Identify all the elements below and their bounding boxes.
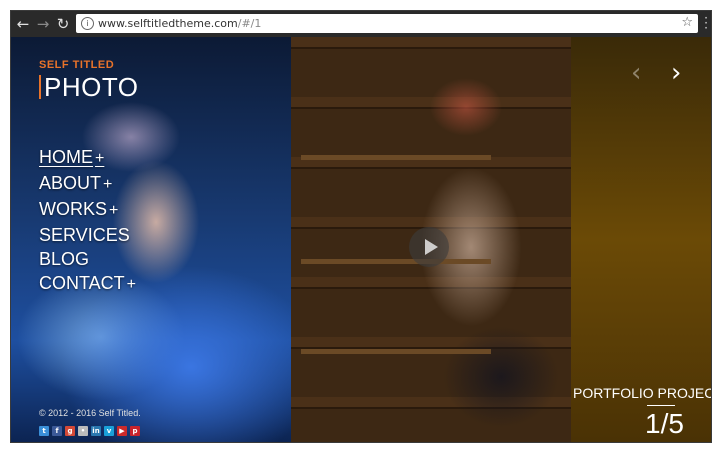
menu-label: HOME [39,147,93,167]
menu-item-contact[interactable]: CONTACT + [39,271,136,297]
copyright-text: © 2012 - 2016 Self Titled. [39,408,141,418]
url-path: /#/1 [237,17,262,30]
forward-arrow-icon[interactable]: → [34,15,52,33]
menu-item-home[interactable]: HOME + [39,145,136,171]
youtube-icon[interactable]: ▶ [117,426,127,436]
info-icon[interactable]: i [81,17,94,30]
menu-item-about[interactable]: ABOUT + [39,171,136,197]
pinterest-icon[interactable]: p [130,426,140,436]
menu-label: ABOUT [39,173,102,193]
expand-plus-icon[interactable]: + [103,176,112,193]
menu-label: CONTACT [39,273,125,293]
google-plus-icon[interactable]: g [65,426,75,436]
page-viewport: SELF TITLED PHOTO HOME + ABOUT + WORKS + SE… [11,37,711,442]
chevron-left-icon[interactable]: ‹ [631,59,641,87]
bookmark-star-icon[interactable]: ☆ [681,15,693,30]
play-icon[interactable] [409,227,449,267]
counter-divider [647,405,675,406]
menu-label: WORKS [39,199,108,219]
vimeo-icon[interactable]: v [104,426,114,436]
slide-photo-next [571,37,711,442]
project-label: PORTFOLIO PROJECT [573,385,711,401]
slide-counter: 1/5 [645,408,684,439]
browser-toolbar: ← → ↻ i www.selftitledtheme.com/#/1 ☆ · ·… [11,11,711,37]
back-arrow-icon[interactable]: ← [14,15,32,33]
shelf [301,155,491,160]
menu-label: BLOG [39,249,90,269]
menu-item-blog[interactable]: BLOG [39,247,136,271]
expand-plus-icon[interactable]: + [127,276,136,293]
url-main: www.selftitledtheme.com [98,17,238,30]
logo-title[interactable]: PHOTO [44,72,138,102]
menu-item-services[interactable]: SERVICES [39,223,136,247]
shelf [301,349,491,354]
social-links: t f g • in v ▶ p [39,426,140,436]
url-text[interactable]: www.selftitledtheme.com/#/1 [98,17,261,30]
expand-plus-icon[interactable]: + [109,202,118,219]
expand-plus-icon[interactable]: + [95,150,104,167]
shelf [301,259,491,264]
twitter-icon[interactable]: t [39,426,49,436]
browser-menu-icon[interactable]: · · · [702,12,710,34]
main-menu: HOME + ABOUT + WORKS + SERVICES BLOG CONTAC… [39,145,136,297]
menu-label: SERVICES [39,225,130,245]
flickr-icon[interactable]: • [78,426,88,436]
chevron-right-icon[interactable]: › [671,59,681,87]
logo-accent-bar [39,75,41,99]
browser-window: ← → ↻ i www.selftitledtheme.com/#/1 ☆ · ·… [10,10,712,443]
facebook-icon[interactable]: f [52,426,62,436]
menu-item-works[interactable]: WORKS + [39,197,136,223]
reload-icon[interactable]: ↻ [54,15,72,33]
linkedin-icon[interactable]: in [91,426,101,436]
address-bar[interactable]: i www.selftitledtheme.com/#/1 ☆ [76,14,698,33]
logo-subtitle: SELF TITLED [39,59,115,71]
